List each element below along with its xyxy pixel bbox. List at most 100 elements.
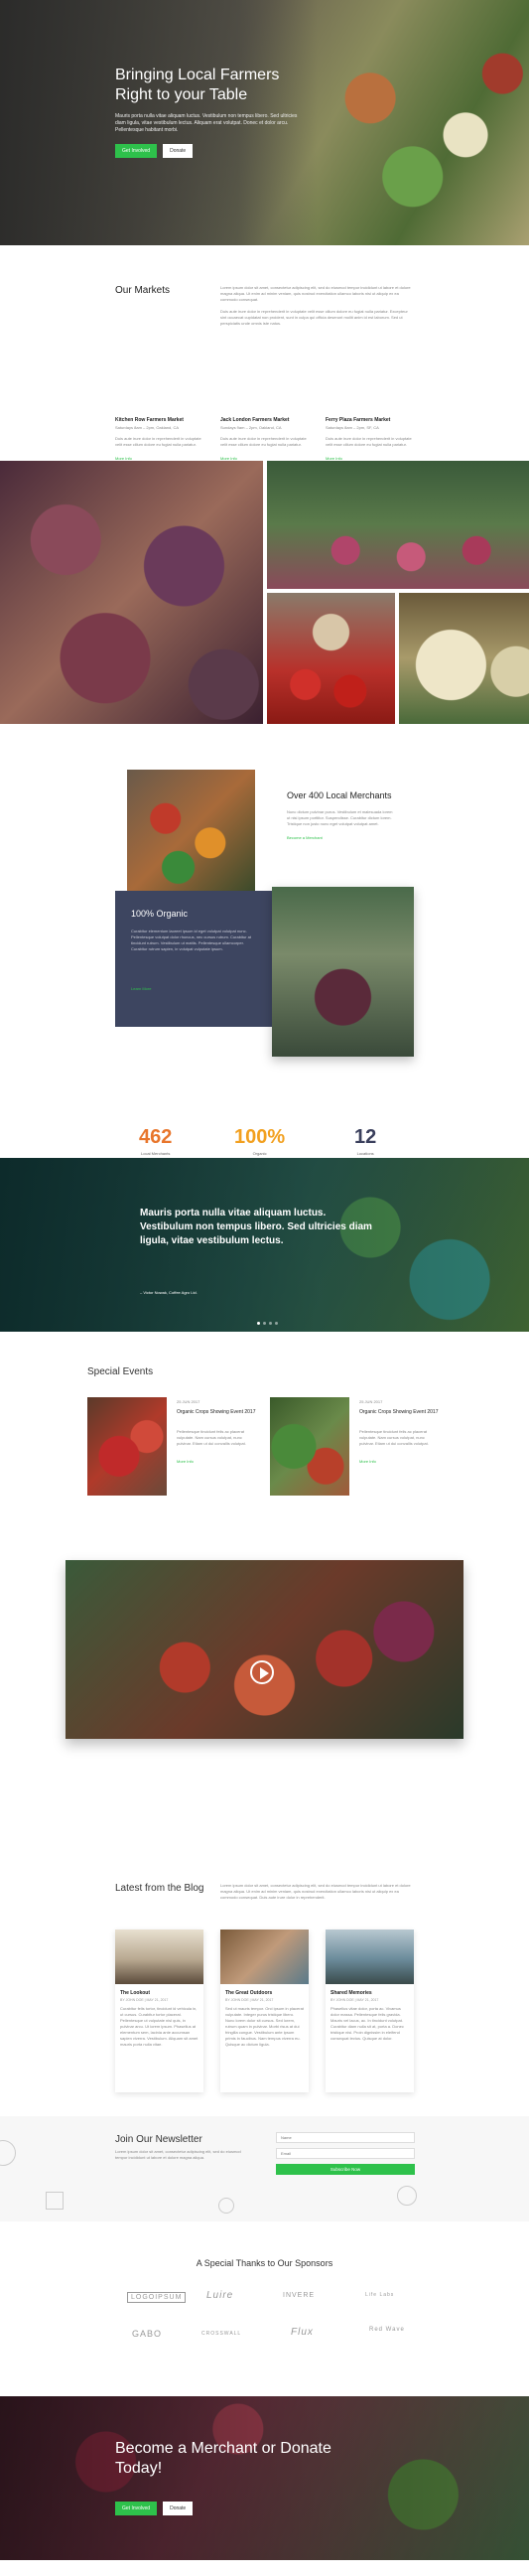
event-title: Organic Crops Showing Event 2017 <box>359 1409 439 1415</box>
beet-photo <box>272 887 414 1057</box>
market-hours: Saturdays 8am – 2pm, SF, CA <box>326 425 379 430</box>
event-text: Pellentesque tincidunt felis ac placerat… <box>359 1429 429 1446</box>
market-item: Kitchen Row Farmers Market Saturdays 8am… <box>115 417 204 461</box>
newsletter-section: Join Our Newsletter Lorem ipsum dolor si… <box>0 2116 529 2221</box>
market-hours: Saturdays 8am – 2pm, Oakland, CA <box>115 425 180 430</box>
blog-post-title[interactable]: The Great Outdoors <box>225 1990 304 1996</box>
sponsor-logo[interactable]: Red Wave <box>369 2327 405 2333</box>
blog-post-meta: BY JOHN DOE | MAY 21, 2017 <box>331 1998 379 2002</box>
market-item: Ferry Plaza Farmers Market Saturdays 8am… <box>326 417 415 461</box>
markets-section: Our Markets Lorem ipsum dolor sit amet, … <box>0 245 529 461</box>
figs-photo <box>0 461 263 724</box>
event-date: 25 JUN 2017 <box>359 1399 383 1404</box>
blog-section: Latest from the Blog Lorem ipsum dolor s… <box>0 1853 529 2092</box>
blog-post-excerpt: Phasellus vitae dolor, porta ac. Vivamus… <box>331 2006 404 2041</box>
blog-post-photo <box>115 1930 203 1984</box>
blog-post-card[interactable]: Shared Memories BY JOHN DOE | MAY 21, 20… <box>326 1930 414 2092</box>
sponsor-logo[interactable]: CROSSWALL <box>201 2331 241 2337</box>
event-title: Organic Crops Showing Event 2017 <box>177 1409 256 1415</box>
blog-post-card[interactable]: The Great Outdoors BY JOHN DOE | MAY 21,… <box>220 1930 309 2092</box>
markets-title: Our Markets <box>115 285 171 296</box>
market-text: Duis aute irure dolor in reprehenderit i… <box>115 436 201 447</box>
blog-post-title[interactable]: Shared Memories <box>331 1990 409 1996</box>
learn-more-link[interactable]: Learn More <box>131 986 151 991</box>
stat-organic: 100% Organic <box>234 1126 285 1156</box>
organic-title: 100% Organic <box>131 909 189 919</box>
merchants-title: Over 400 Local Merchants <box>287 790 392 800</box>
sponsor-logo[interactable]: Life Labs <box>365 2292 394 2298</box>
get-involved-button[interactable]: Get Involved <box>115 144 158 158</box>
event-card[interactable]: 25 JUN 2017 Organic Crops Showing Event … <box>270 1397 449 1497</box>
newsletter-text: Lorem ipsum dolor sit amet, consectetur … <box>115 2149 241 2160</box>
blog-post-excerpt: Sed ut mauris tempor. Orci ipsum in plac… <box>225 2006 304 2047</box>
market-hours: Sundays 9am – 2pm, Oakland, CA <box>220 425 282 430</box>
markets-intro-paragraph: Lorem ipsum dolor sit amet, consectetur … <box>220 285 411 302</box>
hero-title: Bringing Local Farmers Right to your Tab… <box>115 67 280 103</box>
organic-text: Curabitur elementum laoreet ipsum id ege… <box>131 929 251 951</box>
hero-section: Bringing Local Farmers Right to your Tab… <box>0 0 529 245</box>
newsletter-title: Join Our Newsletter <box>115 2134 202 2145</box>
play-icon[interactable] <box>250 1660 274 1684</box>
event-more-info-link[interactable]: More Info <box>359 1459 376 1464</box>
testimonial-section: Mauris porta nulla vitae aliquam luctus.… <box>0 1158 529 1332</box>
decor-square-icon <box>46 2192 64 2210</box>
cta-donate-button[interactable]: Donate <box>163 2502 194 2515</box>
slider-dot[interactable] <box>269 1322 272 1325</box>
slider-dots[interactable] <box>257 1322 278 1325</box>
sponsor-logo[interactable]: INVERE <box>283 2292 315 2299</box>
market-name: Jack London Farmers Market <box>220 417 290 423</box>
slider-dot[interactable] <box>275 1322 278 1325</box>
stat-label: Locations <box>356 1151 374 1156</box>
photo-gallery <box>0 461 529 725</box>
peppers-photo <box>127 770 255 892</box>
markets-intro-paragraph: Duis aute irure dolor in reprehenderit i… <box>220 309 408 326</box>
blog-post-title[interactable]: The Lookout <box>120 1990 198 1996</box>
markets-intro: Lorem ipsum dolor sit amet, consectetur … <box>220 285 415 327</box>
blog-post-photo <box>326 1930 414 1984</box>
blog-post-meta: BY JOHN DOE | MAY 21, 2017 <box>120 1998 169 2002</box>
sponsor-logo[interactable]: Flux <box>291 2327 314 2338</box>
email-input[interactable] <box>276 2148 415 2159</box>
sponsor-logo[interactable]: GABO <box>132 2329 162 2339</box>
sponsors-section: A Special Thanks to Our Sponsors LOGOIPS… <box>0 2221 529 2396</box>
market-name: Ferry Plaza Farmers Market <box>326 417 391 423</box>
merchants-block: Over 400 Local Merchants Nunc dictum pul… <box>287 789 396 840</box>
blog-post-photo <box>220 1930 309 1984</box>
event-card[interactable]: 25 JUN 2017 Organic Crops Showing Event … <box>87 1397 266 1497</box>
market-name: Kitchen Row Farmers Market <box>115 417 184 423</box>
subscribe-button[interactable]: Subscribe Now <box>276 2164 415 2175</box>
event-text: Pellentesque tincidunt felis ac placerat… <box>177 1429 246 1446</box>
hero-content: Bringing Local Farmers Right to your Tab… <box>115 66 314 158</box>
decor-circle-icon <box>0 2140 16 2166</box>
video-thumbnail[interactable] <box>66 1560 463 1739</box>
stat-number: 12 <box>354 1126 377 1148</box>
about-section: Over 400 Local Merchants Nunc dictum pul… <box>0 725 529 1158</box>
cta-get-involved-button[interactable]: Get Involved <box>115 2502 158 2515</box>
radishes-photo <box>267 461 529 589</box>
sponsors-title: A Special Thanks to Our Sponsors <box>196 2258 333 2268</box>
events-section: Special Events 25 JUN 2017 Organic Crops… <box>0 1332 529 1560</box>
slider-dot[interactable] <box>263 1322 266 1325</box>
event-photo <box>270 1397 349 1496</box>
stat-number: 462 <box>139 1126 173 1148</box>
donate-button[interactable]: Donate <box>163 144 194 158</box>
sponsor-logo[interactable]: LOGOIPSUM <box>127 2292 187 2303</box>
testimonial-author: – Victor Nowak, Coffee Agro Ltd. <box>140 1290 198 1295</box>
blog-post-card[interactable]: The Lookout BY JOHN DOE | MAY 21, 2017 C… <box>115 1930 203 2092</box>
event-photo <box>87 1397 167 1496</box>
decor-circle-icon <box>218 2198 234 2214</box>
cta-section: Become a Merchant or Donate Today! Get I… <box>0 2396 529 2560</box>
testimonial-quote: Mauris porta nulla vitae aliquam luctus.… <box>140 1208 372 1246</box>
name-input[interactable] <box>276 2132 415 2143</box>
sponsor-logo[interactable]: Luire <box>206 2290 233 2301</box>
stat-locations: 12 Locations <box>354 1126 376 1156</box>
become-merchant-link[interactable]: Become a Merchant <box>287 835 396 840</box>
event-more-info-link[interactable]: More Info <box>177 1459 194 1464</box>
organic-card: 100% Organic Curabitur elementum laoreet… <box>115 891 273 1027</box>
melons-photo <box>399 593 529 724</box>
slider-dot[interactable] <box>257 1322 260 1325</box>
stat-merchants: 462 Local Merchants <box>139 1126 172 1156</box>
blog-title: Latest from the Blog <box>115 1883 204 1894</box>
tomatoes-photo <box>267 593 395 724</box>
market-text: Duis aute irure dolor in reprehenderit i… <box>326 436 412 447</box>
